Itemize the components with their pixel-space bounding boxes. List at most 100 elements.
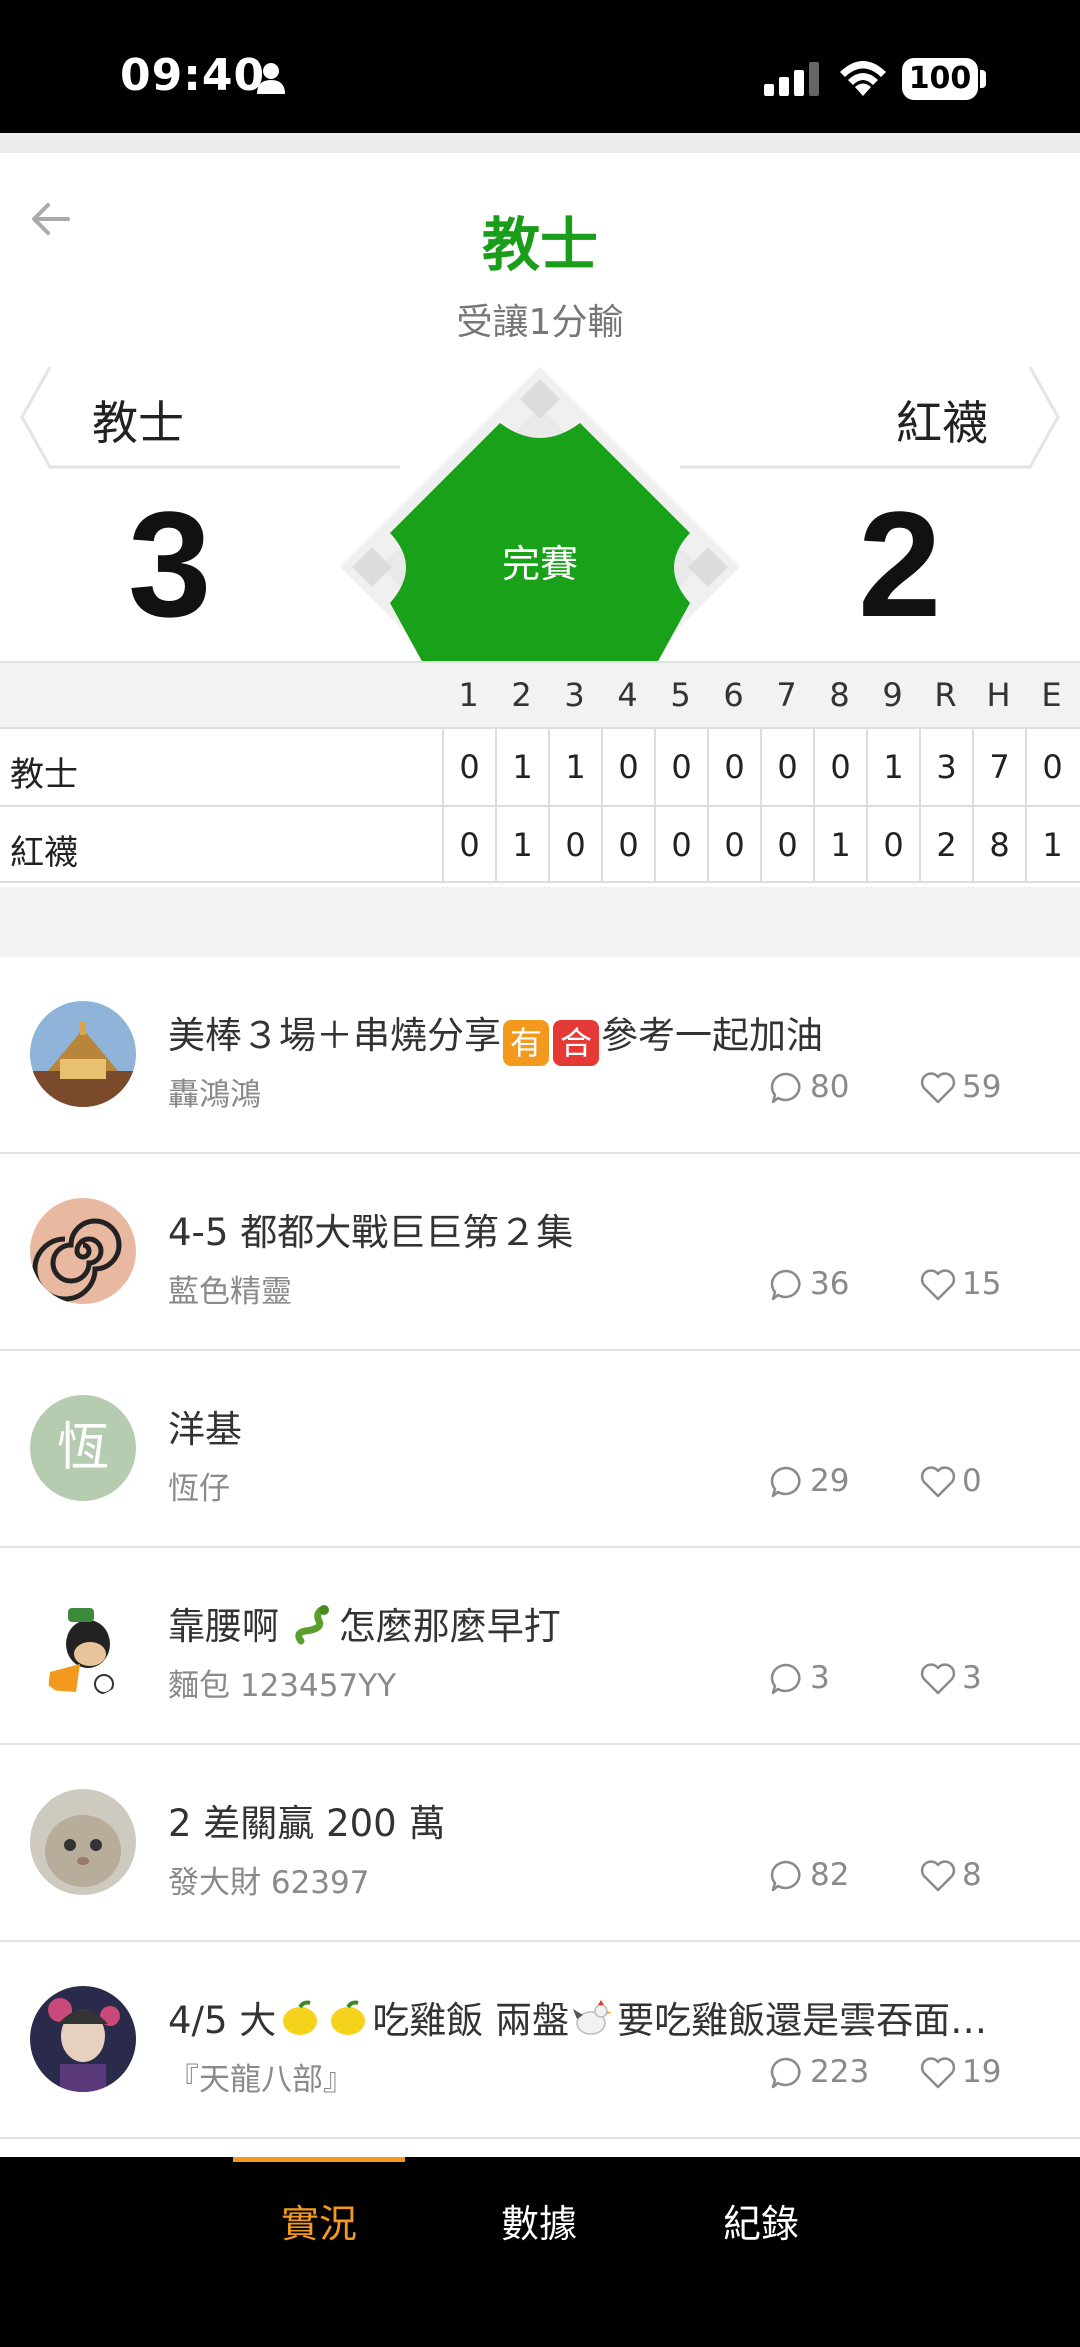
line-score-cell: 0	[866, 807, 919, 881]
rooster-emoji-icon	[573, 2000, 613, 2035]
post-title: 4-5 都都大戰巨巨第２集	[168, 1211, 574, 1254]
inning-header: 9	[882, 676, 903, 714]
post-title-text: 要吃雞飯還是雲吞面…	[617, 1999, 988, 2042]
line-score-cell: 1	[495, 807, 548, 881]
runs-header: R	[934, 676, 957, 714]
comment-count: 82	[810, 1857, 850, 1893]
line-score-cell: 2	[919, 807, 972, 881]
post-item[interactable]: 恆 洋基 恆仔 29 0	[0, 1351, 1080, 1548]
line-score-cell: 1	[866, 729, 919, 805]
avatar-letter: 恆	[56, 1418, 109, 1478]
section-divider	[0, 887, 1080, 957]
avatar: 恆	[30, 1395, 136, 1501]
line-score-cell: 8	[972, 807, 1025, 881]
line-score-cell: 0	[813, 729, 866, 805]
home-team-name: 紅襪	[896, 396, 988, 450]
post-title: 美棒３場＋串燒分享有合參考一起加油	[168, 1005, 823, 1066]
bottom-tab-bar: 實況 數據 紀錄	[0, 2157, 1080, 2347]
post-title: 靠腰啊 怎麼那麼早打	[168, 1596, 561, 1650]
post-author: 藍色精靈	[168, 1274, 292, 1310]
heart-icon[interactable]	[920, 1662, 956, 1696]
post-title: 4/5 大 吃雞飯 兩盤 要吃雞飯還是雲吞面…	[168, 1990, 987, 2044]
tab-records[interactable]: 紀錄	[676, 2193, 846, 2248]
line-score-row-away: 教士 0 1 1 0 0 0 0 0 1 3 7 0	[0, 727, 1080, 805]
comment-icon	[770, 2057, 801, 2089]
like-count: 15	[962, 1266, 1002, 1302]
post-list: 美棒３場＋串燒分享有合參考一起加油 轟鴻鴻 80 59 4-5 都都大戰巨巨第２…	[0, 957, 1080, 2139]
inning-header: 4	[617, 676, 638, 714]
tab-stats[interactable]: 數據	[454, 2193, 624, 2248]
line-score-cell: 0	[654, 807, 707, 881]
avatar	[30, 1198, 136, 1304]
line-score-cell: 0	[760, 729, 813, 805]
home-score: 2	[858, 480, 942, 648]
status-time: 09:40	[120, 50, 266, 101]
post-author: 發大財 62397	[168, 1865, 370, 1901]
line-score-cell: 3	[919, 729, 972, 805]
comment-icon	[770, 1860, 801, 1892]
post-title-text: 美棒３場＋串燒分享	[168, 1014, 501, 1057]
line-score-cell: 1	[495, 729, 548, 805]
post-title-text: 4/5 大	[168, 1999, 277, 2042]
post-author: 『天龍八部』	[168, 2062, 354, 2098]
heart-icon[interactable]	[920, 1465, 956, 1499]
away-team-name: 教士	[92, 396, 184, 450]
battery-indicator: 100	[902, 58, 978, 100]
lemon-emoji-icon	[283, 2000, 318, 2035]
comment-icon	[770, 1269, 801, 1301]
line-score-cell: 0	[601, 729, 654, 805]
betting-result: 受讓1分輸	[456, 302, 624, 343]
line-score-team: 教士	[10, 755, 78, 795]
avatar	[30, 1001, 136, 1107]
tab-live[interactable]: 實況	[234, 2193, 404, 2248]
post-item[interactable]: 美棒３場＋串燒分享有合參考一起加油 轟鴻鴻 80 59	[0, 957, 1080, 1154]
post-item[interactable]: 4/5 大 吃雞飯 兩盤 要吃雞飯還是雲吞面… 『天龍八部』 223 19	[0, 1942, 1080, 2139]
away-score: 3	[128, 480, 212, 648]
post-title: 洋基	[168, 1408, 242, 1451]
heart-icon[interactable]	[920, 2056, 956, 2090]
line-score-cell: 0	[548, 807, 601, 881]
post-author: 恆仔	[168, 1471, 230, 1507]
like-count: 3	[962, 1660, 982, 1696]
comment-icon	[770, 1663, 801, 1695]
snake-emoji-icon	[295, 1605, 329, 1645]
hits-header: H	[986, 676, 1011, 714]
person-icon	[257, 63, 285, 94]
inning-header: 1	[458, 676, 479, 714]
like-count: 19	[962, 2054, 1002, 2090]
post-title-text: 靠腰啊	[168, 1605, 291, 1648]
avatar	[30, 1592, 136, 1698]
status-bar: 09:40 100	[0, 0, 1080, 133]
line-score-cell: 0	[707, 729, 760, 805]
winner-title: 教士	[481, 211, 598, 279]
inning-header: 6	[723, 676, 744, 714]
post-item[interactable]: 靠腰啊 怎麼那麼早打 麵包 123457YY 3 3	[0, 1548, 1080, 1745]
errors-header: E	[1041, 676, 1062, 714]
post-title: 2 差關贏 200 萬	[168, 1802, 446, 1845]
heart-icon[interactable]	[920, 1268, 956, 1302]
comment-count: 80	[810, 1069, 850, 1105]
game-status-label: 完賽	[501, 542, 578, 586]
line-score-table: 1 2 3 4 5 6 7 8 9 R H E 教士 0 1 1 0 0 0 0…	[0, 661, 1080, 883]
post-item[interactable]: 2 差關贏 200 萬 發大財 62397 82 8	[0, 1745, 1080, 1942]
comment-count: 36	[810, 1266, 850, 1302]
line-score-cell: 7	[972, 729, 1025, 805]
like-count: 8	[962, 1857, 982, 1893]
sheet-top-edge	[0, 133, 1080, 153]
comment-count: 29	[810, 1463, 850, 1499]
line-score-team: 紅襪	[10, 833, 78, 873]
heart-icon[interactable]	[920, 1859, 956, 1893]
cellular-signal-icon	[764, 62, 819, 96]
inning-header: 3	[564, 676, 585, 714]
line-score-cell: 0	[707, 807, 760, 881]
line-score-cell: 0	[442, 807, 495, 881]
like-count: 59	[962, 1069, 1002, 1105]
avatar	[30, 1986, 136, 2092]
lemon-emoji-icon	[331, 2000, 366, 2035]
post-item[interactable]: 4-5 都都大戰巨巨第２集 藍色精靈 36 15	[0, 1154, 1080, 1351]
inning-header: 7	[776, 676, 797, 714]
heart-icon[interactable]	[920, 1071, 956, 1105]
line-score-cell: 1	[548, 729, 601, 805]
line-score-cell: 0	[601, 807, 654, 881]
line-score-cell: 1	[813, 807, 866, 881]
